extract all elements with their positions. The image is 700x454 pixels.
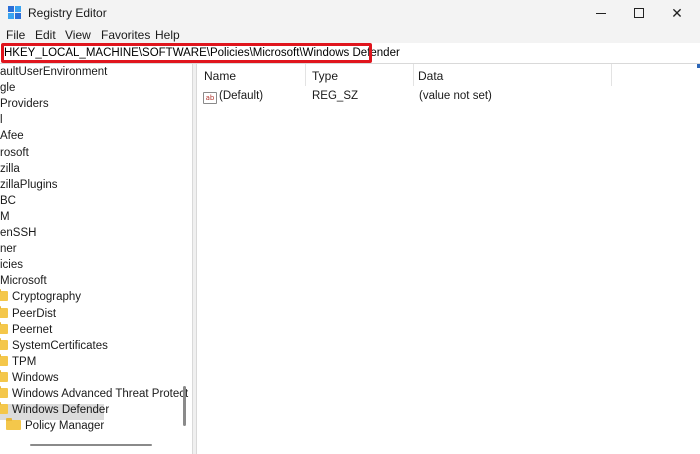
value-name-cell: ab (Default): [203, 90, 263, 104]
tree-item-label: BC: [0, 194, 16, 207]
tree-item[interactable]: Policy Manager: [6, 418, 105, 436]
tree-item[interactable]: Windows Defender: [0, 402, 109, 421]
tree-item-label: Windows Advanced Threat Protect: [12, 388, 189, 400]
column-divider[interactable]: [611, 64, 612, 86]
tree-horizontal-scrollbar[interactable]: [30, 444, 152, 446]
folder-icon: [0, 386, 8, 398]
tree-item[interactable]: rosoft: [0, 147, 29, 163]
tree-item[interactable]: zilla: [0, 163, 20, 179]
tree-item-label: rosoft: [0, 146, 29, 159]
tree-item[interactable]: Windows: [0, 369, 59, 388]
values-list[interactable]: Name Type Data ab (Default) REG_SZ (value…: [197, 64, 700, 454]
tree-item-label: enSSH: [0, 227, 37, 239]
tree-item[interactable]: SystemCertificates: [0, 337, 108, 356]
title-bar: Registry Editor ✕: [0, 0, 700, 26]
tree-item-label: icies: [0, 259, 24, 272]
menu-favorites[interactable]: Favorites: [101, 28, 150, 42]
tree-item[interactable]: Windows Advanced Threat Protect: [0, 386, 189, 404]
menu-edit[interactable]: Edit: [35, 28, 56, 42]
folder-icon: [0, 337, 8, 350]
tree-item[interactable]: gle: [0, 82, 15, 98]
registry-editor-icon: [8, 6, 22, 20]
maximize-icon: [634, 8, 644, 18]
tree-item-label: ner: [0, 243, 17, 256]
tree-item[interactable]: PeerDist: [0, 305, 57, 324]
tree-item[interactable]: Afee: [0, 130, 24, 146]
address-highlight-box: [1, 43, 372, 63]
tree-item[interactable]: l: [0, 114, 3, 130]
folder-icon: [0, 353, 8, 366]
tree-item-label: SystemCertificates: [12, 339, 108, 352]
folder-icon: [6, 418, 21, 431]
tree-item-label: zilla: [0, 162, 20, 175]
column-header-type[interactable]: Type: [305, 64, 413, 86]
tree-item-label: Providers: [0, 98, 49, 111]
value-row-default[interactable]: ab (Default) REG_SZ (value not set): [197, 88, 700, 106]
tree-item-label: gle: [0, 82, 16, 95]
tree-item[interactable]: aultUserEnvironment: [0, 66, 107, 82]
tree-item[interactable]: icies: [0, 259, 23, 275]
minimize-icon: [596, 12, 606, 14]
tree-item[interactable]: M: [0, 211, 10, 227]
tree-item[interactable]: zillaPlugins: [0, 179, 58, 195]
tree-item-label: Peernet: [12, 323, 53, 336]
tree-item[interactable]: enSSH: [0, 227, 36, 243]
tree-item[interactable]: BC: [0, 195, 16, 211]
tree-vertical-scrollbar[interactable]: [183, 386, 186, 426]
tree-item-label: PeerDist: [12, 307, 57, 320]
menu-bar: File Edit View Favorites Help: [0, 26, 700, 43]
address-bar[interactable]: HKEY_LOCAL_MACHINE\SOFTWARE\Policies\Mic…: [0, 43, 700, 64]
value-name: (Default): [219, 90, 264, 102]
folder-icon: [0, 321, 8, 334]
string-value-icon: ab: [203, 92, 217, 104]
tree-item-label: Windows Defender: [12, 404, 110, 417]
tree-item[interactable]: Cryptography: [0, 289, 82, 307]
tree-item[interactable]: Providers: [0, 98, 49, 114]
menu-view[interactable]: View: [65, 28, 91, 42]
tree-item-label: l: [0, 114, 3, 127]
tree-item-label: Microsoft: [0, 275, 47, 288]
tree-item-label: TPM: [12, 355, 37, 368]
close-button[interactable]: ✕: [654, 0, 700, 26]
tree-item[interactable]: TPM: [0, 353, 37, 372]
tree-item-label: Cryptography: [12, 291, 82, 304]
folder-icon: [0, 305, 8, 318]
tree-item-label: Afee: [0, 130, 24, 143]
window-title: Registry Editor: [28, 6, 107, 20]
tree-item-label: M: [0, 210, 10, 223]
column-header-name[interactable]: Name: [197, 64, 305, 86]
folder-icon: [0, 402, 8, 415]
tree-item-label: aultUserEnvironment: [0, 66, 108, 78]
close-icon: ✕: [671, 4, 683, 21]
column-header-data[interactable]: Data: [411, 64, 611, 86]
tree-item[interactable]: Microsoft: [0, 275, 47, 291]
value-type: REG_SZ: [312, 90, 359, 102]
folder-icon: [0, 289, 8, 302]
folder-icon: [0, 369, 8, 382]
value-data: (value not set): [419, 90, 492, 102]
tree-item[interactable]: ner: [0, 243, 17, 259]
tree-item-label: Policy Manager: [25, 420, 105, 433]
tree-item[interactable]: Peernet: [0, 321, 53, 340]
tree-item-label: Windows: [12, 371, 59, 384]
menu-file[interactable]: File: [6, 28, 25, 42]
tree-item-label: zillaPlugins: [0, 178, 58, 191]
menu-help[interactable]: Help: [155, 28, 180, 42]
key-tree[interactable]: aultUserEnvironment gle Providers l Afee roso…: [0, 64, 192, 454]
